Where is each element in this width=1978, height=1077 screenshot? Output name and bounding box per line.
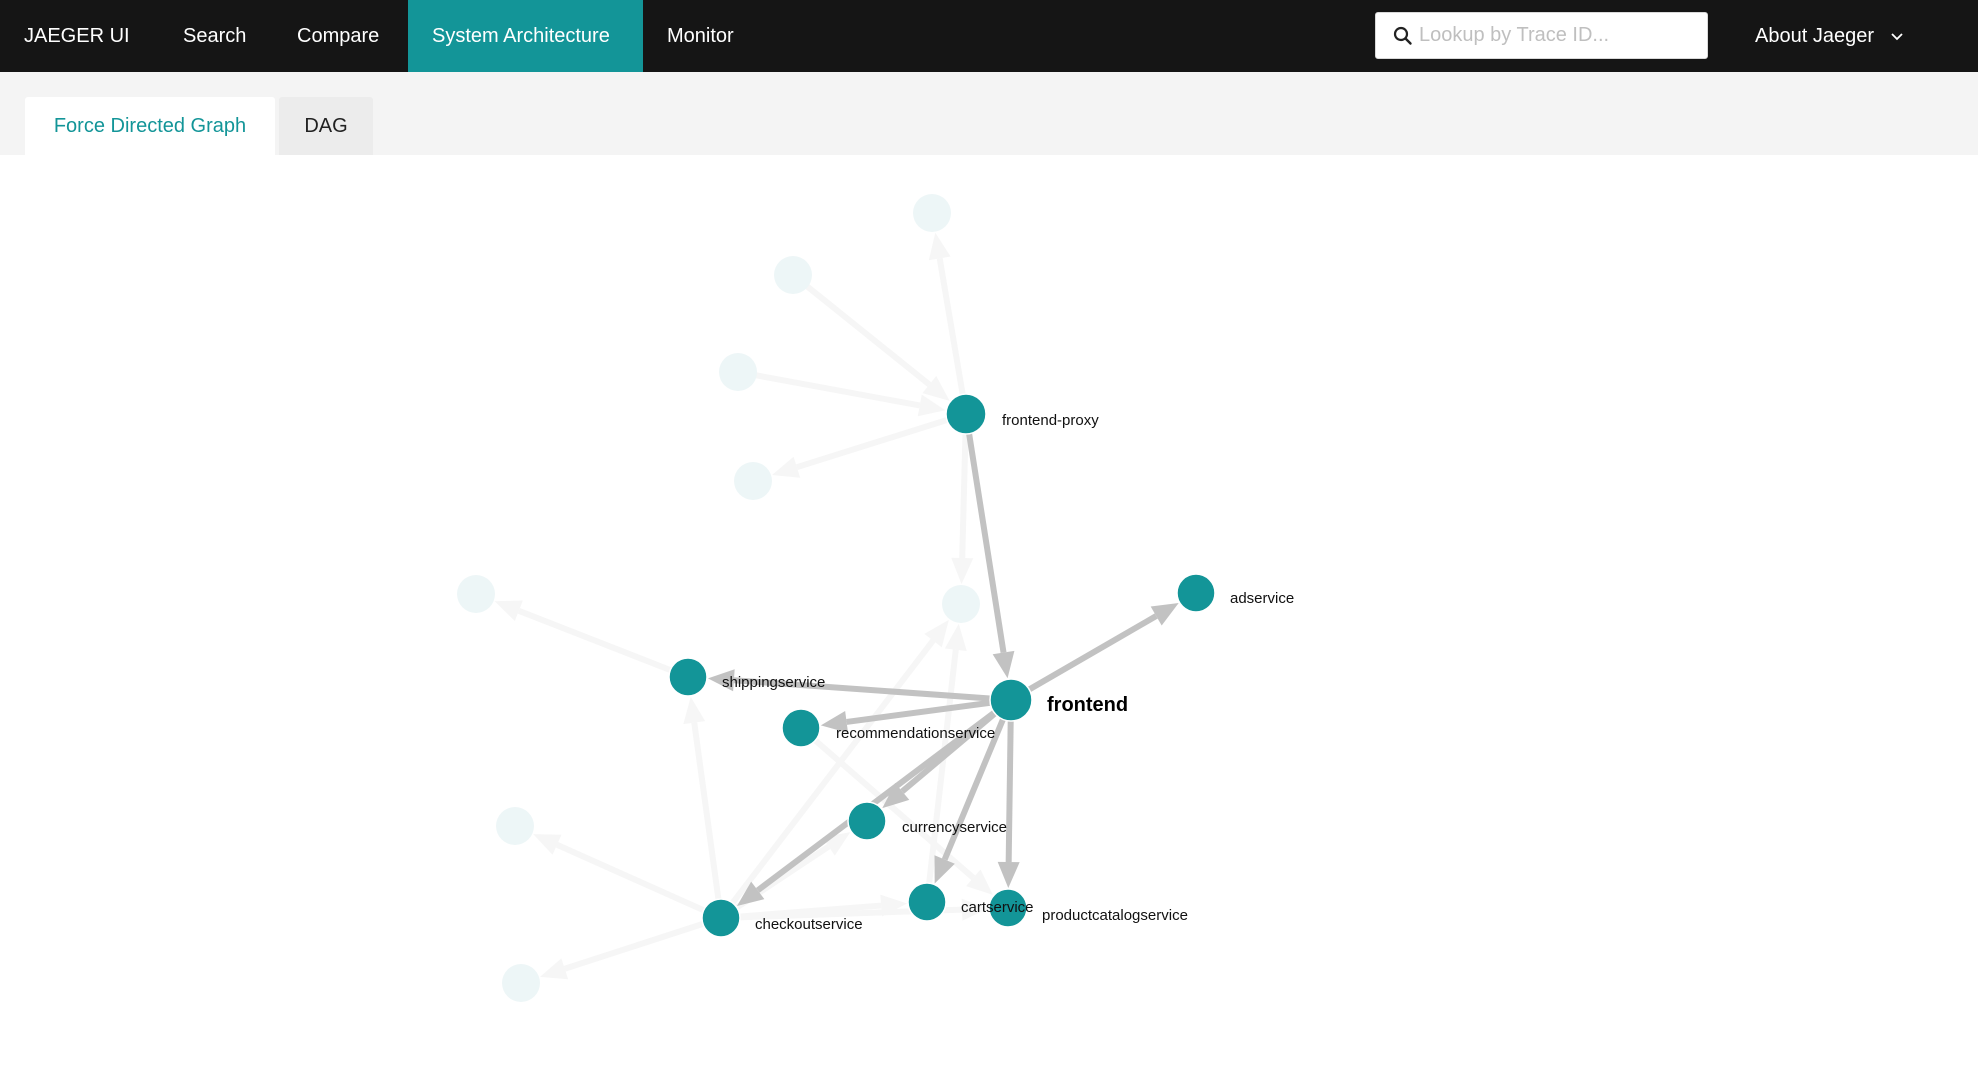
edge-line: [563, 915, 722, 972]
nav-item-compare[interactable]: Compare: [273, 0, 403, 72]
edge-arrowhead: [772, 456, 801, 478]
node-label-recommendationservice: recommendationservice: [836, 725, 995, 742]
edge-arrowhead: [540, 958, 569, 980]
top-navigation-bar: JAEGER UI Search Compare System Architec…: [0, 0, 1978, 72]
brand-logo-link[interactable]: JAEGER UI: [0, 0, 154, 72]
edge-frontend-proxy-to-faded-4: [772, 411, 967, 478]
node-label-frontend: frontend: [1047, 694, 1128, 716]
graph-node-faded-4[interactable]: [734, 462, 772, 500]
edge-line: [555, 842, 723, 921]
search-icon: [1393, 26, 1412, 45]
edge-line: [795, 411, 967, 471]
edge-arrowhead: [928, 232, 951, 261]
edge-shippingservice-to-faded-5: [494, 600, 690, 680]
edges-layer: [494, 232, 1179, 980]
edge-checkoutservice-to-faded-7: [533, 834, 723, 921]
graph-node-shippingservice[interactable]: [668, 657, 708, 697]
view-tabs: Force Directed Graph DAG: [0, 72, 1978, 155]
graph-node-frontend[interactable]: [989, 678, 1033, 722]
graph-node-faded-5[interactable]: [457, 575, 495, 613]
graph-node-faded-8[interactable]: [502, 964, 540, 1002]
edge-frontend-proxy-to-frontend: [963, 413, 1015, 679]
about-jaeger-label: About Jaeger: [1755, 25, 1874, 47]
nav-item-search[interactable]: Search: [159, 0, 270, 72]
edge-line: [737, 369, 921, 409]
tab-dag[interactable]: DAG: [279, 97, 373, 155]
graph-node-checkoutservice[interactable]: [701, 898, 741, 938]
graph-node-faded-3[interactable]: [719, 353, 757, 391]
trace-id-input[interactable]: [1419, 13, 1699, 58]
graph-node-recommendationservice[interactable]: [781, 708, 821, 748]
edge-line: [691, 722, 724, 919]
chevron-down-icon: [1890, 33, 1903, 40]
tab-force-directed-graph[interactable]: Force Directed Graph: [25, 97, 275, 155]
edge-line: [1009, 613, 1158, 703]
edge-checkoutservice-to-faded-8: [540, 915, 722, 980]
node-label-checkoutservice: checkoutservice: [755, 916, 863, 933]
nav-item-system-architecture[interactable]: System Architecture: [408, 0, 643, 72]
edge-arrowhead: [992, 650, 1015, 679]
nav-item-monitor[interactable]: Monitor: [643, 0, 758, 72]
edge-faded-3-to-frontend-proxy: [737, 369, 946, 417]
graph-node-faded-6[interactable]: [942, 585, 980, 623]
graph-node-faded-7[interactable]: [496, 807, 534, 845]
trace-id-search[interactable]: [1375, 12, 1708, 59]
edge-arrowhead: [944, 623, 967, 651]
edge-line: [791, 272, 932, 387]
graph-node-currencyservice[interactable]: [847, 801, 887, 841]
graph-canvas[interactable]: frontend-proxy adservice frontend shippings…: [0, 155, 1978, 1077]
about-jaeger-dropdown[interactable]: About Jaeger: [1755, 0, 1904, 72]
edge-line: [959, 413, 969, 559]
node-label-currencyservice: currencyservice: [902, 819, 1007, 836]
edge-checkoutservice-to-shippingservice: [683, 696, 724, 919]
edge-arrowhead: [494, 600, 523, 622]
node-label-productcatalogservice: productcatalogservice: [1042, 907, 1188, 924]
edge-faded-2-to-frontend-proxy: [791, 272, 950, 401]
edge-arrowhead: [997, 861, 1020, 889]
graph-node-faded-2[interactable]: [774, 256, 812, 294]
node-label-shippingservice: shippingservice: [722, 674, 825, 691]
graph-node-faded-1[interactable]: [913, 194, 951, 232]
graph-node-adservice[interactable]: [1176, 573, 1216, 613]
graph-node-cartservice[interactable]: [907, 882, 947, 922]
edge-arrowhead: [951, 557, 974, 585]
edge-line: [1005, 699, 1014, 863]
service-dependency-graph[interactable]: frontend-proxy adservice frontend shippings…: [0, 155, 1978, 1077]
node-label-cartservice: cartservice: [961, 899, 1034, 916]
graph-node-frontend-proxy[interactable]: [945, 393, 987, 435]
edge-frontend-to-adservice: [1009, 603, 1179, 703]
nodes-layer: [457, 194, 1216, 1002]
node-label-frontend-proxy: frontend-proxy: [1002, 412, 1099, 429]
edge-arrowhead: [683, 696, 706, 725]
node-label-adservice: adservice: [1230, 590, 1294, 607]
edge-line: [517, 607, 690, 680]
